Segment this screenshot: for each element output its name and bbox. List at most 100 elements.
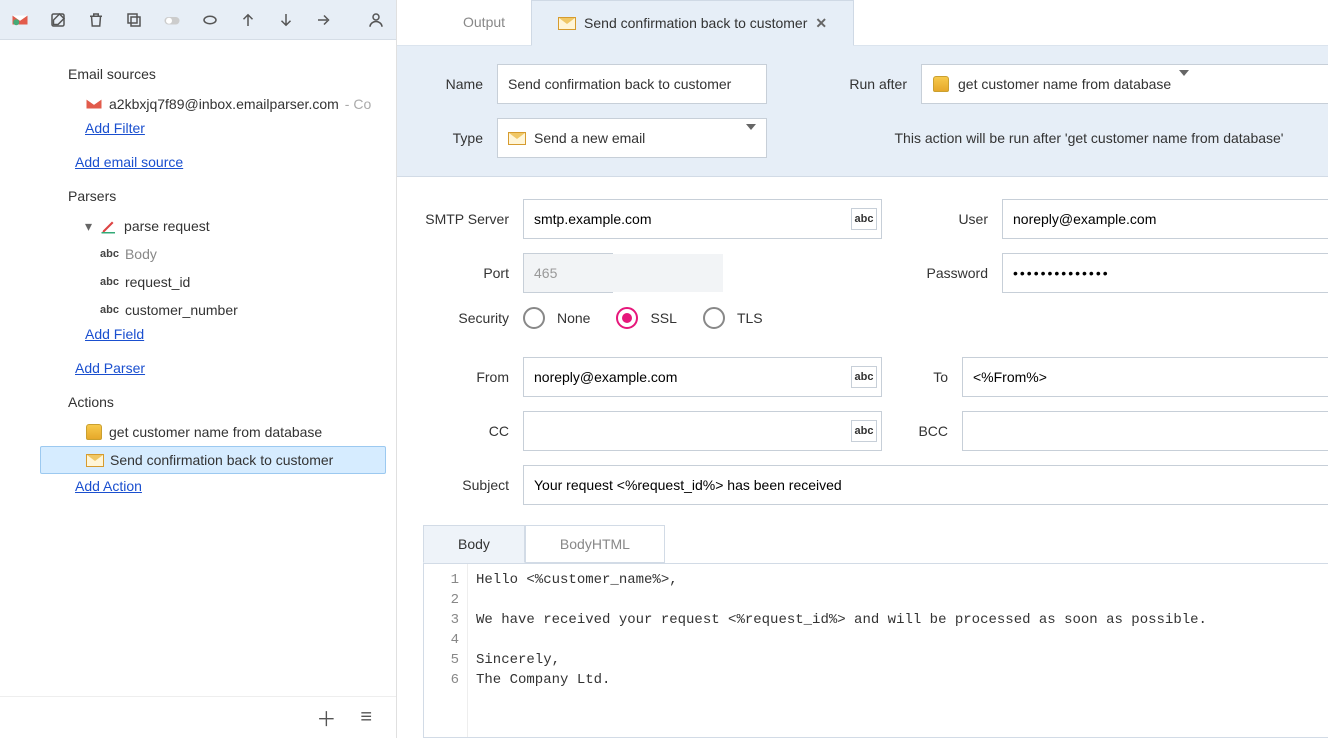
close-icon[interactable]: ✕	[815, 15, 827, 32]
type-dropdown[interactable]: Send a new email	[497, 118, 767, 158]
security-none[interactable]: None	[523, 307, 590, 329]
user-value[interactable]	[1003, 200, 1328, 238]
to-value[interactable]	[963, 358, 1328, 396]
run-after-dropdown[interactable]: get customer name from database	[921, 64, 1328, 104]
add-field-link[interactable]: Add Field	[85, 326, 144, 342]
database-icon	[932, 75, 950, 93]
parser-field-label: request_id	[125, 274, 190, 290]
radio-label: None	[557, 310, 590, 326]
arrow-up-icon[interactable]	[236, 8, 260, 32]
tree: Email sources a2kbxjq7f89@inbox.emailpar…	[0, 40, 396, 696]
user-input[interactable]: abc	[1002, 199, 1328, 239]
line-gutter: 123456	[424, 564, 468, 737]
parser-name: parse request	[124, 218, 210, 234]
bcc-value[interactable]	[963, 412, 1328, 450]
user-icon[interactable]	[364, 8, 388, 32]
envelope-icon	[508, 129, 526, 147]
user-label: User	[902, 211, 1002, 227]
body-tab[interactable]: Body	[423, 525, 525, 563]
bcc-input[interactable]: abc	[962, 411, 1328, 451]
port-label: Port	[423, 265, 523, 281]
abc-picker-icon[interactable]: abc	[851, 420, 877, 442]
security-tls[interactable]: TLS	[703, 307, 763, 329]
abc-picker-icon[interactable]: abc	[851, 208, 877, 230]
action-row-db[interactable]: get customer name from database	[40, 418, 386, 446]
abc-icon: abc	[100, 276, 119, 288]
forward-icon[interactable]	[312, 8, 336, 32]
action-label: Send confirmation back to customer	[110, 452, 333, 468]
abc-icon: abc	[100, 248, 119, 260]
left-panel: Email sources a2kbxjq7f89@inbox.emailpar…	[0, 0, 397, 738]
run-after-note: This action will be run after 'get custo…	[895, 130, 1284, 146]
copy-icon[interactable]	[122, 8, 146, 32]
bcc-label: BCC	[902, 423, 962, 439]
smtp-server-value[interactable]	[524, 200, 881, 238]
name-field[interactable]: Send confirmation back to customer	[497, 64, 767, 104]
compose-icon[interactable]	[46, 8, 70, 32]
body-text[interactable]: Hello <%customer_name%>, We have receive…	[468, 564, 1328, 737]
radio-label: SSL	[650, 310, 676, 326]
tab-action[interactable]: Send confirmation back to customer ✕	[531, 0, 854, 46]
to-input[interactable]: abc	[962, 357, 1328, 397]
tab-label: Send confirmation back to customer	[584, 15, 807, 31]
body-editor[interactable]: 123456 Hello <%customer_name%>, We have …	[423, 563, 1328, 738]
subject-input[interactable]: abc	[523, 465, 1328, 505]
cc-input[interactable]: abc	[523, 411, 882, 451]
parser-field-row[interactable]: abc Body	[40, 240, 386, 268]
bodyhtml-tab[interactable]: BodyHTML	[525, 525, 665, 563]
smtp-server-label: SMTP Server	[423, 211, 523, 227]
action-body: SMTP Server abc User abc Port	[397, 177, 1328, 738]
expand-caret-icon[interactable]: ▾	[85, 218, 92, 235]
security-radio-group: None SSL TLS	[523, 307, 763, 329]
parser-field-row[interactable]: abccustomer_number	[40, 296, 386, 324]
email-sources-section: Email sources	[68, 66, 386, 82]
type-value: Send a new email	[534, 130, 645, 146]
subject-value[interactable]	[524, 466, 1328, 504]
tab-label: Output	[463, 14, 505, 30]
abc-picker-icon[interactable]: abc	[851, 366, 877, 388]
email-source-suffix: - Co	[345, 96, 371, 112]
menu-icon[interactable]: ≡	[360, 706, 372, 729]
toggle-icon[interactable]	[160, 8, 184, 32]
loop-icon[interactable]	[198, 8, 222, 32]
type-label: Type	[423, 130, 483, 146]
pencil-icon	[100, 217, 118, 235]
security-ssl[interactable]: SSL	[616, 307, 676, 329]
envelope-icon	[558, 14, 576, 32]
parser-field-label: Body	[125, 246, 157, 262]
add-email-source-link[interactable]: Add email source	[75, 154, 183, 170]
from-value[interactable]	[524, 358, 881, 396]
left-toolbar	[0, 0, 396, 40]
name-value: Send confirmation back to customer	[508, 76, 731, 92]
from-input[interactable]: abc	[523, 357, 882, 397]
add-filter-link[interactable]: Add Filter	[85, 120, 145, 136]
cc-value[interactable]	[524, 412, 881, 450]
arrow-down-icon[interactable]	[274, 8, 298, 32]
trash-icon[interactable]	[84, 8, 108, 32]
security-label: Security	[423, 310, 523, 326]
email-source-name: a2kbxjq7f89@inbox.emailparser.com	[109, 96, 339, 112]
action-row-send[interactable]: Send confirmation back to customer	[40, 446, 386, 474]
subject-label: Subject	[423, 477, 523, 493]
password-value[interactable]	[1003, 254, 1328, 292]
action-label: get customer name from database	[109, 424, 322, 440]
add-icon[interactable]: ＋	[316, 703, 336, 732]
mail-settings-icon[interactable]	[8, 8, 32, 32]
radio-icon[interactable]	[703, 307, 725, 329]
add-parser-link[interactable]: Add Parser	[75, 360, 145, 376]
radio-icon[interactable]	[616, 307, 638, 329]
right-panel: Output Send confirmation back to custome…	[397, 0, 1328, 738]
mail-gear-icon	[85, 95, 103, 113]
port-input	[523, 253, 613, 293]
radio-icon[interactable]	[523, 307, 545, 329]
add-action-link[interactable]: Add Action	[75, 478, 142, 494]
parser-row[interactable]: ▾ parse request	[40, 212, 386, 240]
email-source-row[interactable]: a2kbxjq7f89@inbox.emailparser.com - Co	[40, 90, 386, 118]
smtp-server-input[interactable]: abc	[523, 199, 882, 239]
chevron-down-icon	[746, 130, 756, 146]
tab-output[interactable]: Output	[437, 0, 531, 45]
parser-field-row[interactable]: abc request_id	[40, 268, 386, 296]
cc-label: CC	[423, 423, 523, 439]
password-input[interactable]	[1002, 253, 1328, 293]
body-tab-bar: Body BodyHTML	[423, 525, 1328, 563]
